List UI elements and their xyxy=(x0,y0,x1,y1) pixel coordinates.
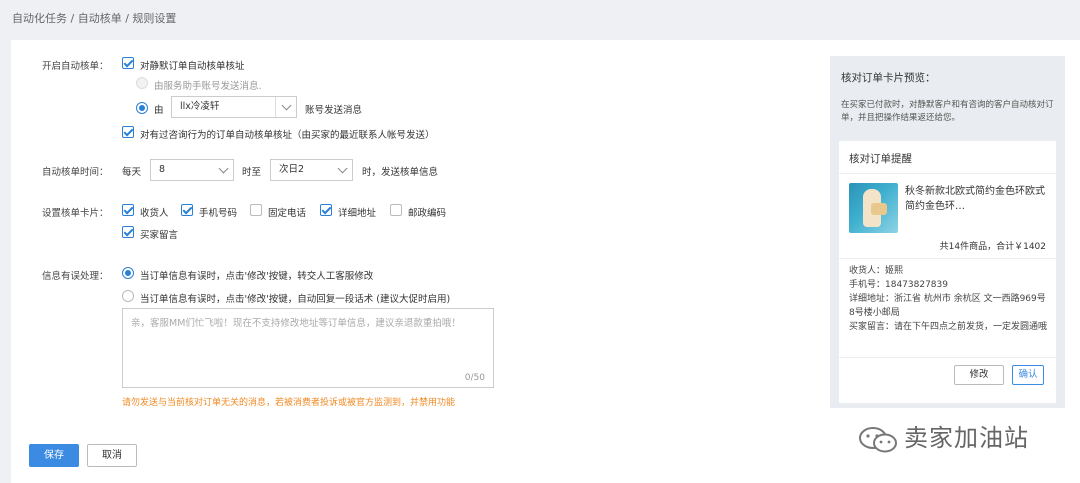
char-count: 0/50 xyxy=(464,373,485,383)
start-hour-value: 8 xyxy=(159,164,166,175)
time-to-text: 时至 xyxy=(242,167,262,178)
watermark: 卖家加油站 xyxy=(858,418,1029,452)
field-address-checkbox[interactable] xyxy=(320,204,332,216)
receiver-line: 收货人：姬熙 xyxy=(849,266,904,276)
phone-line: 手机号：18473827839 xyxy=(849,280,948,290)
chevron-down-icon xyxy=(281,100,292,111)
field-phone-label: 固定电话 xyxy=(268,208,307,219)
field-message-checkbox[interactable] xyxy=(122,226,134,238)
auto-check-checkbox[interactable] xyxy=(122,57,134,69)
end-hour-value: 次日2 xyxy=(279,164,305,175)
cancel-button[interactable]: 取消 xyxy=(87,444,137,467)
field-mobile-checkbox[interactable] xyxy=(181,204,193,216)
preview-title: 核对订单卡片预览： xyxy=(841,72,936,84)
product-name: 秋冬新款北欧式简约金色环欧式简约金色环… xyxy=(905,186,1045,212)
end-hour-select[interactable]: 次日2 xyxy=(270,159,353,181)
service-account-radio[interactable] xyxy=(136,77,148,89)
account-select[interactable]: llx冷凌轩 xyxy=(171,96,297,118)
account-suffix: 账号发送消息 xyxy=(305,105,363,116)
chevron-down-icon xyxy=(337,163,348,174)
breadcrumb: 自动化任务 / 自动核单 / 规则设置 xyxy=(12,12,177,25)
select-divider xyxy=(275,97,276,117)
inquiry-text: 对有过咨询行为的订单自动核单核址（由买家的最近联系人帐号发送） xyxy=(140,130,435,141)
service-account-text: 由服务助手账号发送消息. xyxy=(154,81,262,92)
auto-check-text: 对静默订单自动核单核址 xyxy=(140,61,245,72)
error-option1-text: 当订单信息有误时，点击'修改'按键，转交人工客服修改 xyxy=(140,271,374,282)
product-image-shape xyxy=(871,203,887,215)
order-total: 共14件商品，合计￥1402 xyxy=(939,242,1046,252)
time-label: 自动核单时间： xyxy=(42,167,109,178)
product-thumbnail xyxy=(849,183,898,233)
save-button[interactable]: 保存 xyxy=(29,444,79,467)
chevron-down-icon xyxy=(218,163,229,174)
error-label: 信息有误处理： xyxy=(42,271,109,282)
field-zipcode-label: 邮政编码 xyxy=(408,208,447,219)
divider xyxy=(839,258,1056,259)
reply-placeholder: 亲，客服MM们忙飞啦！现在不支持修改地址等订单信息，建议亲退款重拍哦！ xyxy=(131,318,461,329)
time-suffix: 时，发送核单信息 xyxy=(362,167,439,178)
field-receiver-label: 收货人 xyxy=(140,208,169,219)
message-line: 买家留言：请在下午四点之前发货，一定发圆通哦 xyxy=(849,322,1048,332)
card-title: 核对订单提醒 xyxy=(849,153,912,165)
start-hour-select[interactable]: 8 xyxy=(150,159,234,181)
auto-check-label: 开启自动核单： xyxy=(42,61,109,72)
card-confirm-button[interactable]: 确认 xyxy=(1012,365,1044,385)
account-select-value: llx冷凌轩 xyxy=(180,101,220,112)
field-phone-checkbox[interactable] xyxy=(250,204,262,216)
field-receiver-checkbox[interactable] xyxy=(122,204,134,216)
divider xyxy=(839,357,1056,358)
custom-account-by: 由 xyxy=(154,105,164,116)
watermark-text: 卖家加油站 xyxy=(904,424,1029,452)
preview-panel: 核对订单卡片预览： 在买家已付款时，对静默客户和有咨询的客户自动核对订单，并且把… xyxy=(830,56,1065,408)
error-option2-radio[interactable] xyxy=(122,290,134,302)
address-line: 详细地址：浙江省 杭州市 余杭区 文一西路969号 8号楼小邮局 xyxy=(849,294,1046,318)
fields-label: 设置核单卡片： xyxy=(42,208,109,219)
reply-textarea[interactable]: 亲，客服MM们忙飞啦！现在不支持修改地址等订单信息，建议亲退款重拍哦！ 0/50 xyxy=(122,308,494,388)
card-edit-button[interactable]: 修改 xyxy=(954,365,1004,385)
order-card: 核对订单提醒 秋冬新款北欧式简约金色环欧式简约金色环… 共14件商品，合计￥14… xyxy=(839,141,1056,403)
error-option2-text: 当订单信息有误时，点击'修改'按键，自动回复一段话术 (建议大促时启用) xyxy=(140,294,451,305)
error-option1-radio[interactable] xyxy=(122,267,134,279)
field-zipcode-checkbox[interactable] xyxy=(390,204,402,216)
order-info: 收货人：姬熙 手机号：18473827839 详细地址：浙江省 杭州市 余杭区 … xyxy=(849,264,1049,334)
every-day-text: 每天 xyxy=(122,167,142,178)
field-mobile-label: 手机号码 xyxy=(199,208,238,219)
warning-text: 请勿发送与当前核对订单无关的消息，若被消费者投诉或被官方监测到，并禁用功能 xyxy=(122,398,456,408)
custom-account-radio[interactable] xyxy=(136,102,148,114)
wechat-icon xyxy=(859,426,897,452)
preview-description: 在买家已付款时，对静默客户和有咨询的客户自动核对订单，并且把操作结果返还给您。 xyxy=(841,100,1054,123)
field-message-label: 买家留言 xyxy=(140,230,179,241)
field-address-label: 详细地址 xyxy=(338,208,377,219)
divider xyxy=(839,173,1056,174)
inquiry-checkbox[interactable] xyxy=(122,126,134,138)
